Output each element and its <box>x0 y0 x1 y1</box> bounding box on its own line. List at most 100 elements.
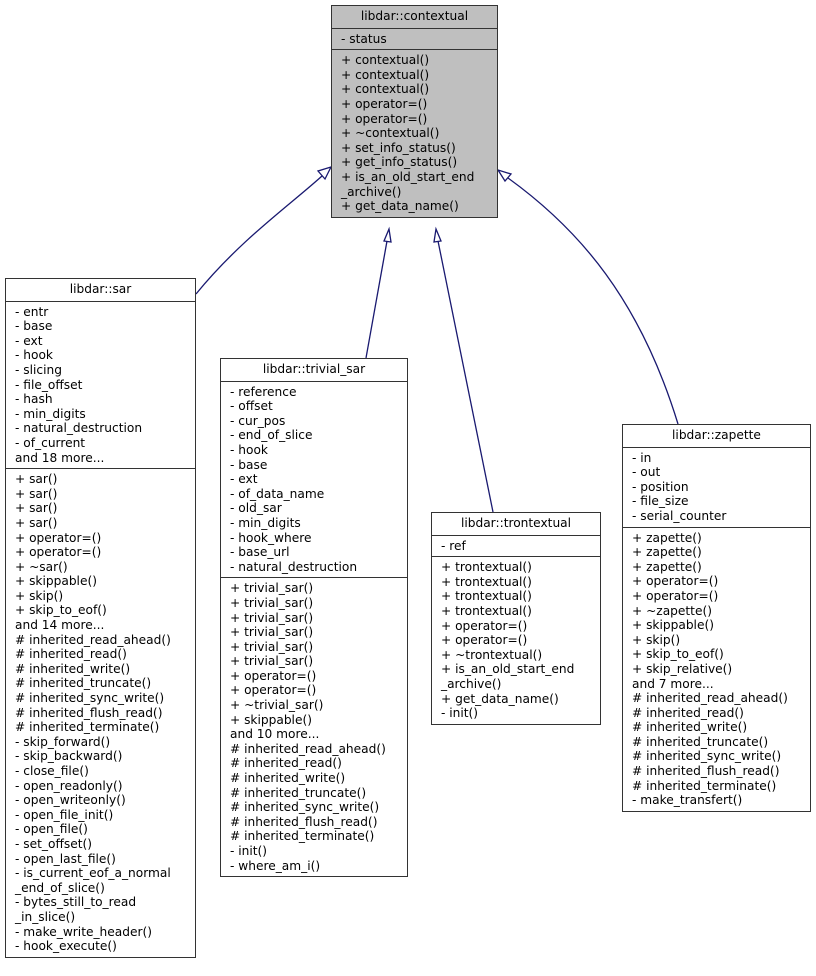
method-row: - init() <box>230 844 268 858</box>
methods-section: + trontextual() + trontextual() + trontext… <box>432 557 600 724</box>
attribute-row: - in <box>632 450 652 465</box>
class-node-zapette[interactable]: libdar::zapette - in - out - position - fil… <box>622 424 811 812</box>
method-row: + zapette() <box>632 530 702 545</box>
method-row: # inherited_read() <box>15 647 127 662</box>
method-row: + skip() <box>632 632 681 647</box>
attribute-row: - cur_pos <box>230 413 286 428</box>
attribute-row: - natural_destruction <box>15 421 143 436</box>
method-row: _end_of_slice() <box>15 880 105 895</box>
method-row: - skip_backward() <box>15 749 123 764</box>
method-row: + operator=() <box>15 545 102 560</box>
method-row: + skip_to_eof() <box>632 647 724 662</box>
method-row: # inherited_sync_write() <box>15 691 165 706</box>
method-row: + get_data_name() <box>341 199 459 214</box>
method-row: + trontextual() <box>441 574 532 589</box>
attribute-row: - ref <box>441 538 466 553</box>
method-row: + zapette() <box>632 559 702 574</box>
method-row: + trontextual() <box>441 560 532 575</box>
method-row: + contextual() <box>341 82 430 97</box>
method-row: + skippable() <box>632 618 714 633</box>
attribute-row: - reference <box>230 384 297 399</box>
method-row: - set_offset() <box>15 836 92 851</box>
method-row: - open_file_init() <box>15 807 114 822</box>
method-row: + trivial_sar() <box>230 654 314 669</box>
method-row: + operator=() <box>632 588 719 603</box>
method-row: # inherited_read() <box>230 756 342 771</box>
edge-sar-to-contextual <box>195 175 323 295</box>
attribute-row: - hook_where <box>230 530 312 545</box>
method-row: + ~trontextual() <box>441 647 543 662</box>
attribute-row: - end_of_slice <box>230 428 313 443</box>
method-row: + operator=() <box>632 574 719 589</box>
method-row: + sar() <box>15 501 58 516</box>
method-row: + set_info_status() <box>341 140 456 155</box>
class-title: libdar::trontextual <box>432 513 600 536</box>
method-row: + contextual() <box>341 53 430 68</box>
method-row: + get_info_status() <box>341 155 458 170</box>
class-node-trontextual[interactable]: libdar::trontextual - ref + trontextual(… <box>431 512 601 725</box>
edge-trivial-sar-to-contextual <box>365 240 388 359</box>
method-row: + trivial_sar() <box>230 625 314 640</box>
attribute-row: - old_sar <box>230 501 282 516</box>
attribute-row: - status <box>341 31 387 46</box>
attribute-row: - file_size <box>632 494 689 509</box>
method-row: + sar() <box>15 515 58 530</box>
method-row: + zapette() <box>632 545 702 560</box>
method-row: # inherited_read_ahead() <box>632 691 788 706</box>
method-row: # inherited_terminate() <box>15 720 160 735</box>
method-row: + operator=() <box>441 633 528 648</box>
method-row: _archive() <box>441 676 502 691</box>
attributes-section: - reference - offset - cur_pos - end_of_sli… <box>221 382 407 579</box>
class-node-sar[interactable]: libdar::sar - entr - base - ext - hook - sli… <box>5 278 196 958</box>
method-row: # inherited_read_ahead() <box>15 632 171 647</box>
class-node-trivial-sar[interactable]: libdar::trivial_sar - reference - offset -… <box>220 358 408 878</box>
method-row: # inherited_truncate() <box>230 785 367 800</box>
method-row: + operator=() <box>15 530 102 545</box>
attribute-row: - offset <box>230 399 273 414</box>
method-row: + operator=() <box>441 618 528 633</box>
attributes-section: - in - out - position - file_size - serial_c… <box>623 448 810 528</box>
method-row: # inherited_terminate() <box>230 829 375 844</box>
method-row: + sar() <box>15 472 58 487</box>
attributes-section: - status <box>332 29 497 51</box>
method-row: - skip_forward() <box>15 734 111 749</box>
method-row: + trivial_sar() <box>230 581 314 596</box>
method-row: + get_data_name() <box>441 691 559 706</box>
attribute-row: - ext <box>230 472 258 487</box>
attribute-row: - of_current <box>15 435 86 450</box>
attribute-row: - entr <box>15 304 49 319</box>
arrowhead-trivial-sar <box>383 226 392 243</box>
more-members-note: and 10 more... <box>230 727 320 742</box>
more-members-note: and 7 more... <box>632 676 714 691</box>
method-row: - open_readonly() <box>15 778 123 793</box>
methods-section: + zapette() + zapette() + zapette() + opera… <box>623 528 810 811</box>
method-row: # inherited_truncate() <box>632 734 769 749</box>
method-row: - make_write_header() <box>15 924 153 939</box>
method-row: + skip_to_eof() <box>15 603 107 618</box>
attribute-row: - base <box>15 319 53 334</box>
attribute-row: - hook <box>230 442 268 457</box>
method-row: - bytes_still_to_read <box>15 895 137 910</box>
method-row: + ~sar() <box>15 559 68 574</box>
attribute-row: - slicing <box>15 362 62 377</box>
class-title: libdar::contextual <box>332 6 497 29</box>
method-row: - hook_execute() <box>15 939 117 954</box>
method-row: - open_file() <box>15 822 88 837</box>
methods-section: + trivial_sar() + trivial_sar() + trivial_… <box>221 578 407 876</box>
edge-zapette-to-contextual <box>507 177 679 425</box>
method-row: - init() <box>441 706 479 721</box>
method-row: - open_last_file() <box>15 851 116 866</box>
attributes-section: - ref <box>432 536 600 558</box>
class-node-contextual[interactable]: libdar::contextual - status + contextual… <box>331 5 498 218</box>
attribute-row: - hook <box>15 348 53 363</box>
method-row: + ~trivial_sar() <box>230 698 324 713</box>
method-row: + operator=() <box>341 111 428 126</box>
method-row: + trivial_sar() <box>230 595 314 610</box>
method-row: + skippable() <box>15 574 97 589</box>
edge-trontextual-to-contextual <box>437 240 494 513</box>
method-row: # inherited_flush_read() <box>632 764 780 779</box>
method-row: _archive() <box>341 184 402 199</box>
method-row: # inherited_sync_write() <box>632 749 782 764</box>
class-title: libdar::trivial_sar <box>221 359 407 382</box>
attribute-row: - file_offset <box>15 377 83 392</box>
